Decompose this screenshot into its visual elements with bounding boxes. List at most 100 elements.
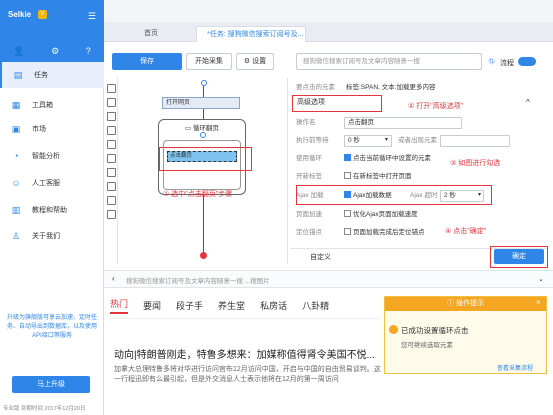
sidebar-item-about[interactable]: ♙ 关于我们	[0, 223, 104, 249]
web-tab[interactable]: 私房话	[260, 299, 287, 312]
article-headline[interactable]: 动向|特朗普刚走，特鲁多想来：加媒称值得肾令美国不悦...	[114, 346, 394, 361]
sidebar-item-task[interactable]: ▤ 任务	[0, 62, 104, 88]
task-icon: ▤	[13, 69, 23, 80]
step-open-page[interactable]: 打开网页	[162, 97, 240, 109]
search-input[interactable]: 搜狗微信搜索订阅号及文章内容随意一搜	[296, 53, 482, 70]
custom-button[interactable]: 自定义	[310, 252, 331, 262]
flow-toggle[interactable]	[518, 57, 536, 66]
web-tab-hot[interactable]: 热门	[110, 297, 129, 314]
loop-icon: ▭	[185, 125, 193, 132]
settings-button[interactable]: ⚙ 设置	[236, 53, 274, 70]
flow-icon: ⛗	[488, 56, 496, 66]
gear-icon: ⚙	[243, 58, 253, 65]
loop-title: ▭ 循环翻页	[159, 122, 245, 132]
save-button[interactable]: 保存	[112, 53, 182, 70]
tool-switch-icon[interactable]	[107, 154, 116, 163]
newtab-checkbox[interactable]: 在新标签中打开页面	[344, 169, 412, 185]
help-icon[interactable]: ?	[86, 46, 91, 56]
speed-label: 页面加速	[296, 211, 322, 218]
sidebar-item-market[interactable]: ▣ 市场	[0, 116, 104, 142]
sidebar-item-label: 关于我们	[32, 233, 60, 240]
tool-branch-icon[interactable]	[107, 182, 116, 191]
sidebar-item-support[interactable]: ☺ 人工客服	[0, 170, 104, 196]
tab-task[interactable]: *任务: 搜狗微信搜索订阅号及...	[196, 26, 306, 42]
web-tab[interactable]: 养生堂	[218, 299, 245, 312]
sidebar-item-label: 智能分析	[32, 153, 60, 160]
web-tab[interactable]: 要闻	[143, 299, 161, 312]
about-icon: ♙	[11, 230, 21, 241]
op-name-label: 操作名	[296, 119, 316, 126]
market-icon: ▣	[11, 123, 21, 134]
support-icon: ☺	[11, 178, 21, 188]
tool-loop-icon[interactable]	[107, 168, 116, 177]
loop-label: 使用循环	[296, 155, 322, 162]
annotation-step2: ② 打开"高级选项"	[408, 103, 464, 110]
tutorial-icon: ▥	[11, 204, 21, 215]
newtab-label: 开新标签	[296, 173, 322, 180]
sidebar-item-analysis[interactable]: ◔ 智能分析	[0, 143, 104, 169]
flow-label: 流程	[500, 60, 514, 67]
gear-icon[interactable]: ⚙	[51, 46, 59, 57]
chevron-up-icon[interactable]: ^	[526, 98, 530, 107]
wait-element-input[interactable]	[440, 135, 510, 147]
chevron-down-icon[interactable]: ⌄	[538, 275, 544, 283]
speed-text: 优化Ajax页面加载速度	[353, 211, 418, 218]
toast-sub: 您可继续选取元素	[401, 342, 453, 349]
toast-title-text: 操作提示	[455, 300, 484, 307]
tool-hover-icon[interactable]	[107, 210, 116, 219]
checkbox-unchecked[interactable]	[344, 228, 351, 235]
tab-home[interactable]: 首页	[134, 26, 168, 42]
user-icon[interactable]: 👤	[13, 46, 24, 57]
back-icon[interactable]: ‹	[112, 274, 115, 283]
highlight-click-step	[159, 147, 252, 171]
op-name-input[interactable]: 点击翻页	[344, 117, 462, 129]
highlight-ajax	[296, 185, 492, 205]
loop-checkbox[interactable]: 点击当前循环中设置的元素	[344, 151, 431, 167]
sidebar-item-label: 人工客服	[32, 180, 60, 187]
tool-open-page-icon[interactable]	[107, 84, 116, 93]
operation-toast: ⓘ 操作提示 × 已成功设置循环点击 您可继续选取元素 查看采集流程	[384, 296, 547, 374]
sidebar-item-toolbox[interactable]: ▦ 工具箱	[0, 92, 104, 118]
toast-title: ⓘ 操作提示	[385, 297, 546, 311]
settings-label: 设置	[252, 58, 267, 65]
tool-extract-icon[interactable]	[107, 112, 116, 121]
web-tab[interactable]: 段子手	[176, 299, 203, 312]
pos-checkbox[interactable]: 页面加载完成后定位锚点	[344, 225, 425, 241]
sidebar-item-label: 任务	[34, 72, 48, 79]
tool-input-icon[interactable]	[107, 126, 116, 135]
tool-click-icon[interactable]	[107, 98, 116, 107]
url-input[interactable]: 搜狗微信搜索订阅号及文章内容随意一搜 ...搜图片	[126, 275, 270, 285]
brand-name: Selkie	[8, 10, 32, 19]
workflow-canvas: 打开网页 ▭ 循环翻页 点击翻页	[118, 78, 288, 264]
highlight-confirm	[490, 246, 548, 268]
info-icon: ⓘ	[447, 300, 456, 307]
highlight-advanced	[292, 95, 382, 112]
wait-label: 执行前等待	[296, 137, 329, 144]
warning-icon	[389, 325, 398, 334]
tab-bar: 首页 *任务: 搜狗微信搜索订阅号及...	[104, 22, 553, 42]
loop-start-icon	[200, 132, 206, 138]
checkbox-unchecked[interactable]	[344, 210, 351, 217]
tool-captcha-icon[interactable]	[107, 140, 116, 149]
annotation-step4: ④ 点击"确定"	[445, 228, 487, 235]
close-icon[interactable]: ×	[536, 298, 541, 307]
start-collect-button[interactable]: 开始采集	[186, 53, 232, 70]
element-value: 标签:SPAN, 文本:加载更多内容	[346, 84, 436, 91]
checkbox-unchecked[interactable]	[344, 172, 351, 179]
web-tab[interactable]: 八卦精	[302, 299, 329, 312]
sidebar-item-tutorial[interactable]: ▥ 教程和帮助	[0, 197, 104, 223]
tool-mouse-icon[interactable]	[107, 196, 116, 205]
sidebar-item-label: 工具箱	[32, 102, 53, 109]
annotation-step1: ① 选中"点击翻页"步骤	[163, 191, 233, 198]
loop-label: 循环翻页	[192, 125, 219, 132]
sidebar-item-label: 教程和帮助	[32, 207, 67, 214]
upgrade-button[interactable]: 马上升级	[12, 376, 90, 393]
view-flow-link[interactable]: 查看采集流程	[497, 363, 533, 372]
workflow-toolbox	[104, 78, 118, 264]
speed-checkbox[interactable]: 优化Ajax页面加载速度	[344, 207, 418, 223]
brand-bar: Selkie V ☰	[0, 0, 104, 40]
toolbar: 保存 开始采集 ⚙ 设置 搜狗微信搜索订阅号及文章内容随意一搜 ⛗ 流程	[104, 48, 553, 74]
checkbox-checked[interactable]	[344, 154, 351, 161]
hamburger-icon[interactable]: ☰	[88, 11, 96, 22]
upgrade-promo-text: 升级为旗舰版可享云加速、定时任务、自动导出到数据库，以及使用API接口等服务	[6, 315, 97, 339]
